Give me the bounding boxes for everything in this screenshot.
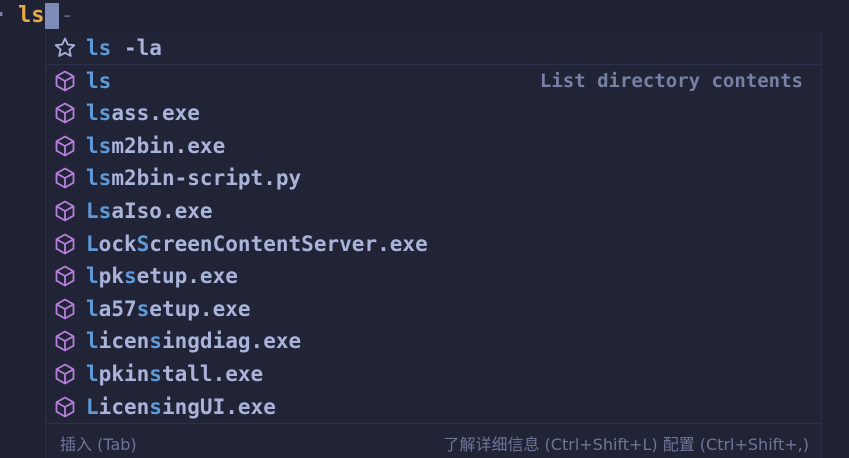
package-icon: [52, 263, 78, 289]
insert-hint[interactable]: 插入 (Tab): [60, 431, 137, 455]
suggestion-label: LockScreenContentServer.exe: [86, 231, 428, 256]
suggestion-widget: ls -la ls List directory contents lsass.exe…: [45, 32, 822, 458]
suggestion-label: ls: [86, 68, 112, 93]
package-icon: [52, 394, 78, 420]
suggestion-item[interactable]: la57setup.exe: [46, 293, 821, 325]
command-input[interactable]: ls: [18, 2, 45, 30]
package-icon: [52, 328, 78, 354]
suggestion-item[interactable]: LsaIso.exe: [46, 195, 821, 227]
suggestion-item[interactable]: LicensingUI.exe: [46, 391, 821, 423]
package-icon: [52, 68, 78, 94]
suggestion-label: licensingdiag.exe: [86, 329, 302, 354]
suggestion-label: lsm2bin-script.py: [86, 166, 302, 191]
suggestion-item[interactable]: lpkinstall.exe: [46, 358, 821, 390]
suggestion-item[interactable]: lpksetup.exe: [46, 260, 821, 292]
package-icon: [52, 100, 78, 126]
suggestion-item[interactable]: ls List directory contents: [46, 65, 821, 97]
suggestion-item[interactable]: ls -la: [46, 32, 821, 65]
suggestion-label: lpkinstall.exe: [86, 362, 264, 386]
package-icon: [52, 296, 78, 322]
details-config-hint[interactable]: 了解详细信息 (Ctrl+Shift+L) 配置 (Ctrl+Shift+,): [443, 431, 809, 455]
suggestion-footer: 插入 (Tab) 了解详细信息 (Ctrl+Shift+L) 配置 (Ctrl+…: [46, 423, 821, 458]
suggestion-item[interactable]: lsm2bin-script.py: [46, 162, 821, 194]
suggestion-item[interactable]: lsass.exe: [46, 97, 821, 129]
suggestion-label: lpksetup.exe: [86, 264, 238, 289]
package-icon: [52, 165, 78, 191]
suggestion-label: la57setup.exe: [86, 296, 251, 321]
prompt-marker: ·: [0, 2, 7, 30]
suggestion-label: ls -la: [86, 36, 162, 60]
package-icon: [52, 133, 78, 159]
star-icon: [52, 35, 78, 61]
suggestion-label: lsass.exe: [86, 101, 200, 126]
suggestion-label: lsm2bin.exe: [86, 133, 226, 158]
suggestion-item[interactable]: licensingdiag.exe: [46, 325, 821, 357]
suggestion-label: LicensingUI.exe: [86, 394, 276, 419]
text-cursor: [45, 3, 59, 29]
suggestion-label: LsaIso.exe: [86, 199, 213, 223]
package-icon: [52, 198, 78, 224]
package-icon: [52, 361, 78, 387]
package-icon: [52, 231, 78, 257]
suggestion-description: List directory contents: [539, 69, 803, 92]
suggestion-item[interactable]: LockScreenContentServer.exe: [46, 228, 821, 260]
suggestion-item[interactable]: lsm2bin.exe: [46, 130, 821, 162]
